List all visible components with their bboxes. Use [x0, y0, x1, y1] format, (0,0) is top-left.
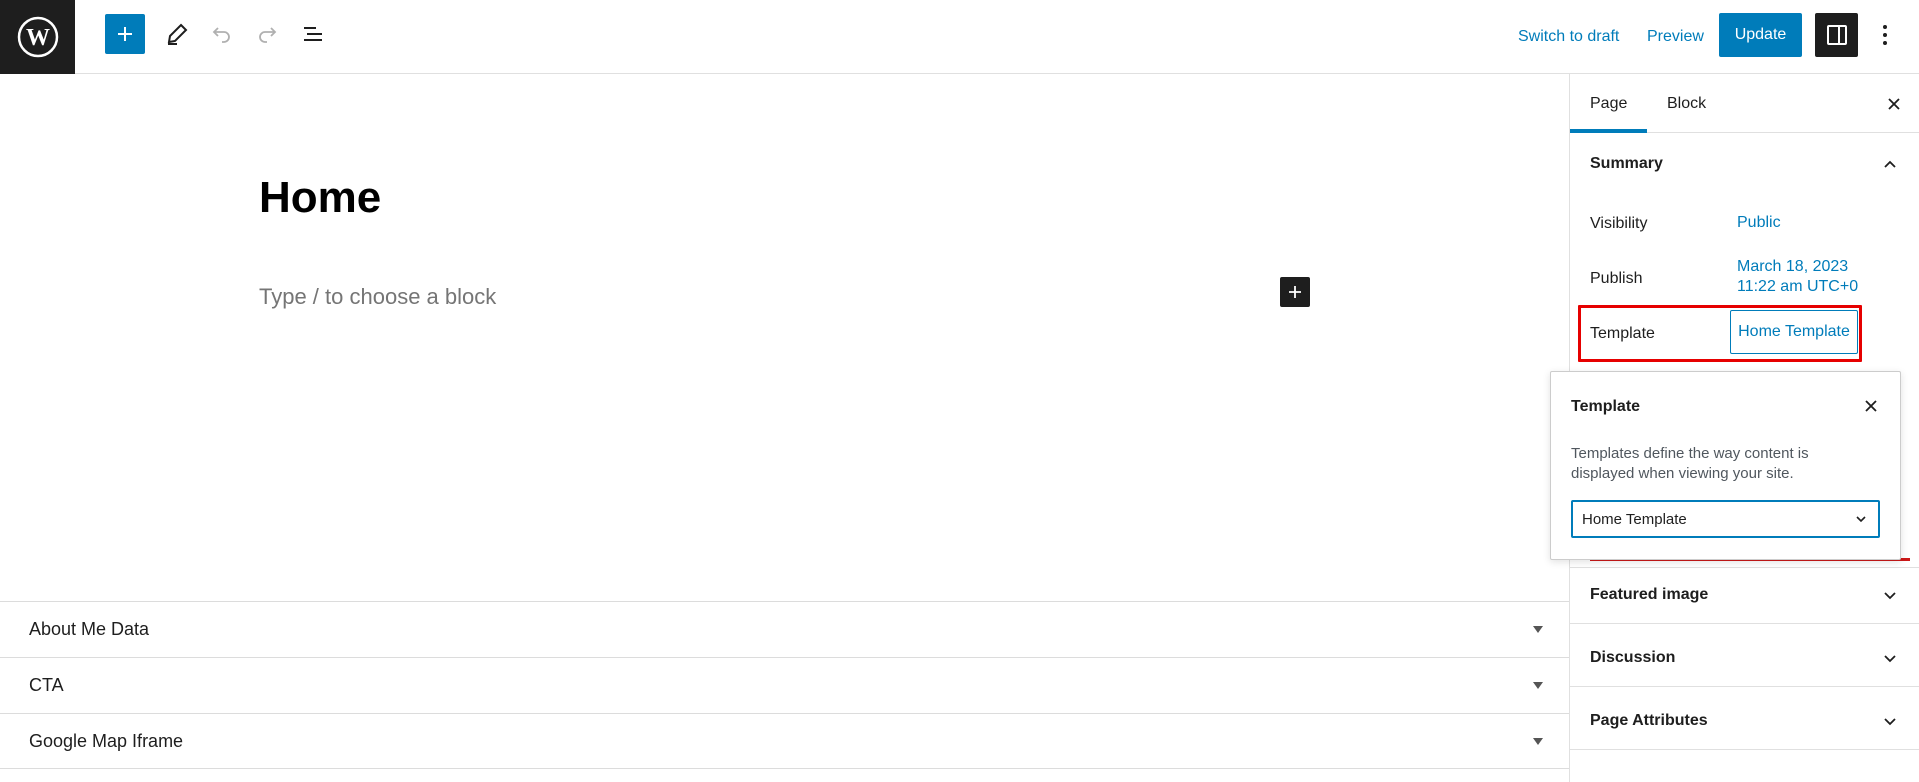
template-button[interactable]: Home Template [1730, 310, 1858, 354]
page-attributes-panel-toggle[interactable]: Page Attributes [1570, 693, 1919, 749]
popover-description: Templates define the way content is disp… [1571, 445, 1809, 482]
panel-title: Featured image [1590, 586, 1709, 603]
publish-time: 11:22 am UTC+0 [1737, 278, 1859, 295]
chevron-up-icon [1880, 154, 1900, 174]
wordpress-icon: W [17, 16, 58, 58]
popover-close-button[interactable] [1857, 392, 1885, 420]
metabox-cta[interactable]: CTA [0, 657, 1569, 713]
sidebar-panel-icon [1826, 25, 1847, 45]
caret-down-icon [1533, 626, 1543, 633]
template-label: Template [1590, 325, 1655, 342]
post-title[interactable]: Home [259, 173, 381, 223]
redo-icon [259, 27, 277, 43]
metabox-label: Google Map Iframe [29, 730, 184, 751]
metabox-about-me-data[interactable]: About Me Data [0, 601, 1569, 657]
pencil-icon [167, 23, 188, 45]
preview-link[interactable]: Preview [1647, 0, 1704, 74]
publish-date-link[interactable]: March 18, 2023 11:22 am UTC+0 [1737, 257, 1858, 297]
tools-button[interactable] [157, 14, 197, 54]
chevron-down-icon [1880, 585, 1900, 605]
publish-label: Publish [1590, 270, 1643, 287]
options-menu-button[interactable] [1866, 14, 1904, 56]
publish-date: March 18, 2023 [1737, 258, 1849, 275]
panel-title: Summary [1590, 155, 1663, 172]
caret-down-icon [1533, 682, 1543, 689]
visibility-label: Visibility [1590, 215, 1648, 232]
caret-down-icon [1533, 737, 1543, 745]
featured-image-panel-toggle[interactable]: Featured image [1570, 567, 1919, 623]
inline-add-block-button[interactable] [1280, 277, 1310, 307]
svg-text:W: W [26, 25, 50, 51]
panel-divider [1570, 623, 1919, 624]
sidebar-tabs: Page Block [1570, 74, 1919, 133]
wordpress-logo-button[interactable]: W [0, 0, 75, 74]
chevron-down-icon [1880, 648, 1900, 668]
chevron-down-icon [1880, 711, 1900, 731]
panel-title: Discussion [1590, 649, 1676, 666]
settings-toggle-button[interactable] [1815, 13, 1858, 57]
metabox-google-map-iframe[interactable]: Google Map Iframe [0, 713, 1569, 769]
undo-icon [212, 27, 230, 43]
more-vertical-icon [1883, 25, 1887, 45]
close-icon [1865, 400, 1877, 412]
close-icon [1888, 98, 1900, 110]
close-settings-button[interactable] [1880, 90, 1908, 118]
editor-header: W Switch to draft Preview Update [0, 0, 1919, 74]
metabox-label: About Me Data [29, 619, 150, 639]
active-tab-indicator [1570, 129, 1647, 133]
template-popover: Template Templates define the way conten… [1550, 371, 1901, 560]
document-overview-button[interactable] [293, 14, 333, 54]
panel-divider [1570, 749, 1919, 750]
panel-title: Page Attributes [1590, 712, 1708, 729]
switch-to-draft-link[interactable]: Switch to draft [1518, 0, 1619, 74]
undo-button[interactable] [202, 14, 242, 54]
list-view-icon [304, 27, 322, 41]
plus-icon [1289, 286, 1301, 298]
visibility-value-link[interactable]: Public [1737, 213, 1781, 233]
editor-canvas: Home Type / to choose a block [0, 74, 1569, 602]
block-placeholder[interactable]: Type / to choose a block [259, 284, 496, 310]
plus-icon [118, 27, 132, 41]
redo-button[interactable] [247, 14, 287, 54]
tab-block[interactable]: Block [1667, 74, 1706, 133]
popover-title: Template [1571, 398, 1641, 415]
template-select[interactable]: Home Template [1571, 500, 1880, 538]
metabox-label: CTA [29, 675, 64, 695]
discussion-panel-toggle[interactable]: Discussion [1570, 630, 1919, 686]
tab-page[interactable]: Page [1590, 74, 1627, 133]
template-select-value: Home Template [1582, 510, 1687, 528]
chevron-down-icon [1854, 512, 1868, 526]
update-button[interactable]: Update [1719, 13, 1802, 57]
summary-panel-toggle[interactable]: Summary [1570, 136, 1919, 192]
add-block-button[interactable] [105, 14, 145, 54]
panel-divider [1570, 686, 1919, 687]
